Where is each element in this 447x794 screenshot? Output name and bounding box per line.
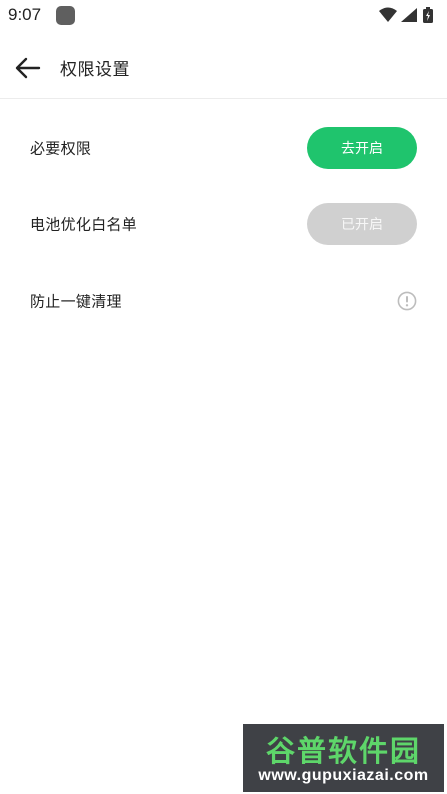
row-label: 电池优化白名单 <box>30 215 138 234</box>
status-icons <box>377 5 441 25</box>
wifi-icon <box>379 7 397 22</box>
enable-required-permissions-button[interactable]: 去开启 <box>307 127 417 169</box>
watermark: 谷普软件园 www.gupuxiazai.com <box>243 724 444 792</box>
watermark-title: 谷普软件园 <box>265 734 421 768</box>
permission-row-prevent-cleanup: 防止一键清理 <box>0 270 447 332</box>
watermark-url: www.gupuxiazai.com <box>258 767 429 784</box>
app-notification-icon <box>56 6 75 25</box>
app-header: 权限设置 <box>0 36 447 99</box>
row-label: 必要权限 <box>30 139 92 158</box>
status-bar: 9:07 <box>0 0 447 32</box>
battery-icon <box>423 7 433 23</box>
arrow-left-icon <box>15 57 41 79</box>
back-button[interactable] <box>10 50 46 86</box>
permission-row-battery-whitelist: 电池优化白名单 已开启 <box>0 193 447 255</box>
status-time: 9:07 <box>8 5 42 24</box>
battery-whitelist-enabled-button[interactable]: 已开启 <box>307 203 417 245</box>
info-icon[interactable] <box>397 291 417 311</box>
page-title: 权限设置 <box>60 60 130 80</box>
row-label: 防止一键清理 <box>30 292 122 311</box>
permission-row-required: 必要权限 去开启 <box>0 117 447 179</box>
signal-icon <box>401 8 417 22</box>
